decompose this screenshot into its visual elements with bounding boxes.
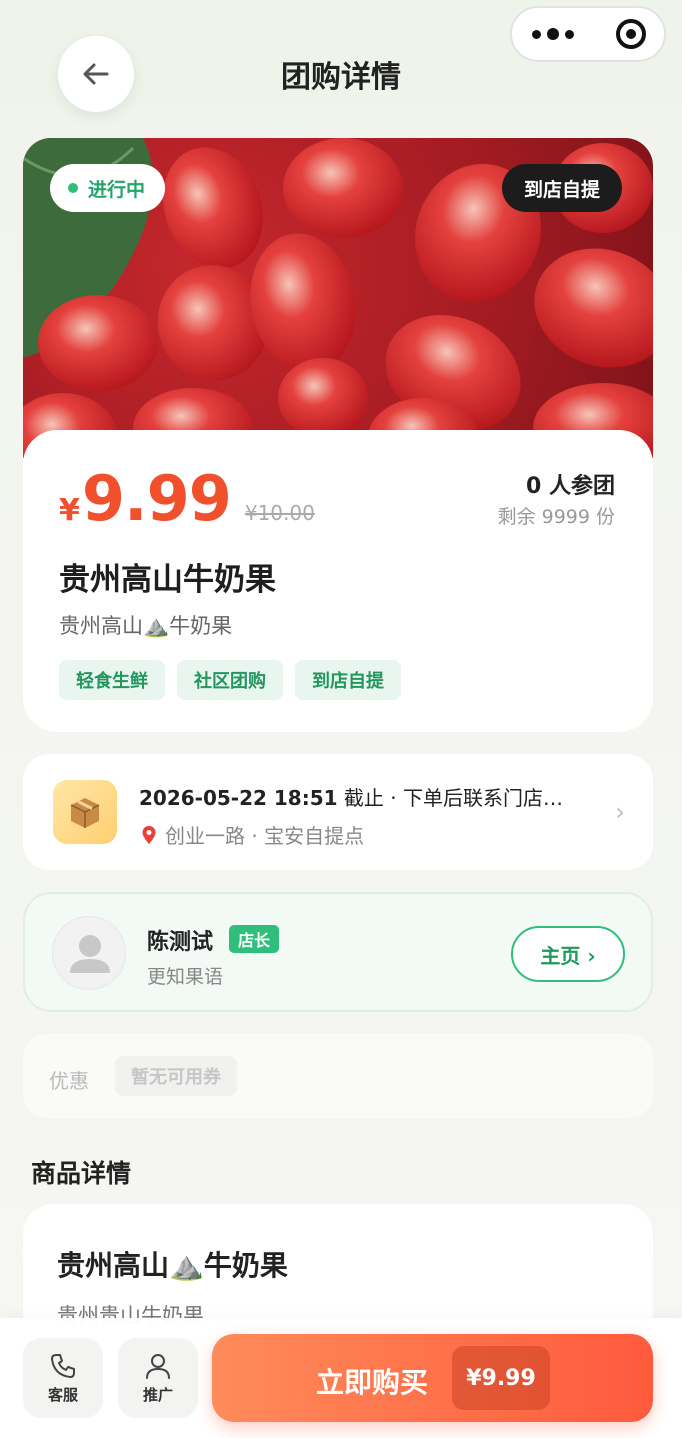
promote-label: 推广: [142, 1385, 173, 1404]
coupon-label: 优惠: [49, 1069, 89, 1093]
coupon-row[interactable]: 优惠 暂无可用券: [23, 1034, 653, 1118]
customer-service-button[interactable]: 客服: [23, 1338, 103, 1418]
deadline-suffix: 截止 · 下单后联系门店…: [337, 786, 563, 810]
current-price: 9.99: [81, 462, 232, 535]
original-price: ¥10.00: [244, 501, 315, 525]
currency-symbol: ¥: [59, 493, 80, 528]
buy-label: 立即购买: [316, 1366, 429, 1399]
product-name: 贵州高山牛奶果: [59, 562, 276, 598]
avatar[interactable]: [52, 916, 126, 990]
product-info-card: ¥ 9.99 ¥10.00 0 人参团 剩余 9999 份 贵州高山牛奶果 贵州…: [23, 430, 653, 732]
product-image: 进行中 到店自提: [23, 138, 653, 458]
buy-now-button[interactable]: 立即购买 ¥9.99: [212, 1334, 653, 1422]
section-title: 商品详情: [31, 1159, 132, 1188]
tag-list: 轻食生鲜 社区团购 到店自提: [59, 660, 401, 700]
detail-title: 贵州高山⛰️牛奶果: [57, 1249, 288, 1282]
phone-icon: [51, 1353, 75, 1378]
status-text: 进行中: [88, 178, 146, 201]
coupon-status: 暂无可用券: [115, 1056, 237, 1096]
join-count: 0 人参团: [526, 474, 615, 499]
status-dot-icon: [68, 183, 78, 193]
mini-program-capsule: [510, 6, 666, 62]
pickup-location: 创业一路 · 宝安自提点: [141, 820, 364, 849]
location-pin-icon: [142, 825, 156, 844]
package-icon: [53, 780, 117, 844]
page: 团购详情 进行中 到店自提 ¥ 9.99 ¥10.00 0 人参团 剩余 999…: [0, 0, 682, 1438]
buy-price: ¥9.99: [452, 1346, 550, 1410]
close-target-icon[interactable]: [616, 19, 646, 49]
remaining-stock: 剩余 9999 份: [497, 506, 615, 528]
header: 团购详情: [0, 0, 682, 140]
user-placeholder-icon: [70, 935, 110, 973]
home-page-button[interactable]: 主页 ›: [511, 926, 625, 982]
price-row: ¥ 9.99 ¥10.00: [59, 462, 315, 535]
product-subtitle: 贵州高山⛰️牛奶果: [59, 614, 233, 638]
service-label: 客服: [47, 1385, 78, 1404]
more-icon[interactable]: [532, 28, 574, 40]
tag: 社区团购: [177, 660, 283, 700]
role-badge: 店长: [229, 925, 280, 953]
promote-button[interactable]: 推广: [118, 1338, 198, 1418]
chevron-right-icon: ›: [615, 798, 625, 826]
location-text: 创业一路 · 宝安自提点: [165, 824, 365, 848]
status-badge: 进行中: [50, 164, 166, 212]
tag: 到店自提: [295, 660, 401, 700]
tag: 轻食生鲜: [59, 660, 165, 700]
pickup-badge: 到店自提: [502, 164, 623, 212]
pickup-info-card[interactable]: 2026-05-22 18:51 截止 · 下单后联系门店… 创业一路 · 宝安…: [23, 754, 653, 870]
group-leader-card: 陈测试 店长 更知果语 主页 ›: [23, 892, 653, 1012]
bottom-action-bar: 客服 推广 立即购买 ¥9.99: [0, 1318, 682, 1438]
deadline-datetime: 2026-05-22 18:51: [139, 786, 338, 810]
deadline-text: 2026-05-22 18:51 截止 · 下单后联系门店…: [139, 782, 563, 811]
leader-name: 陈测试: [147, 930, 214, 955]
shop-name: 更知果语: [147, 966, 224, 988]
person-icon: [146, 1353, 170, 1379]
